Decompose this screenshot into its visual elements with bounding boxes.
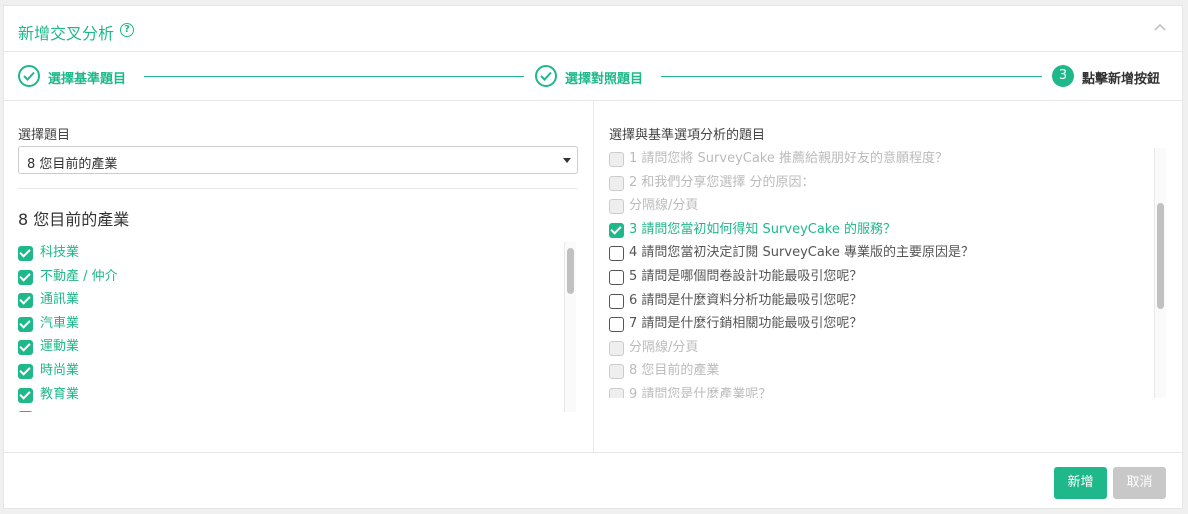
question-item[interactable]: 6 請問是什麼資料分析功能最吸引您呢？ [609,290,1154,314]
checkbox-icon[interactable] [609,293,624,309]
checkbox-icon[interactable] [609,269,624,285]
option-list: 科技業 不動產 / 仲介 通訊業 汽車業 運動業 時尚業 教育業 [18,242,578,412]
checkbox-checked-icon[interactable] [18,293,33,309]
chevron-up-icon[interactable] [1152,20,1168,36]
option-label: 運動業 [40,339,80,355]
checkbox-disabled-icon [609,175,624,191]
option-item[interactable]: 汽車業 [18,313,578,337]
checkbox-checked-icon[interactable] [18,269,33,285]
question-label: 4 請問您當初決定訂閱 SurveyCake 專業版的主要原因是？ [629,245,974,261]
question-label: 6 請問是什麼資料分析功能最吸引您呢？ [629,292,863,308]
cross-analysis-panel: 新增交叉分析 ? 選擇基準題目 選擇對照題目 3 點擊新增按鈕 選擇題目 8 您… [3,5,1184,510]
question-item: 8 您目前的產業 [609,360,1154,384]
option-item[interactable]: 通訊業 [18,289,578,313]
option-item[interactable]: 運動業 [18,336,578,360]
option-label: 教育業 [40,386,80,402]
cancel-button[interactable]: 取消 [1113,467,1166,499]
question-title: 8 您目前的產業 [18,210,130,229]
option-item[interactable] [18,407,578,412]
checkbox-disabled-icon [609,199,624,215]
question-label: 2 和我們分享您選擇 分的原因： [629,174,815,190]
checkbox-checked-icon[interactable] [609,222,624,238]
checkbox-disabled-icon [609,364,624,380]
check-circle-icon [18,65,40,87]
question-item: 2 和我們分享您選擇 分的原因： [609,172,1154,196]
question-item[interactable]: 4 請問您當初決定訂閱 SurveyCake 專業版的主要原因是？ [609,242,1154,266]
question-label: 分隔線/分頁 [629,339,699,355]
panel-title: 新增交叉分析 [18,24,115,43]
add-button[interactable]: 新增 [1054,467,1107,499]
checkbox-checked-icon[interactable] [18,316,33,332]
base-question-pane: 選擇題目 8 您目前的產業 8 您目前的產業 科技業 不動產 / 仲介 通訊業 … [4,102,593,452]
option-item[interactable]: 教育業 [18,384,578,408]
option-label: 科技業 [40,245,80,260]
checkbox-disabled-icon [609,340,624,356]
step-2-label: 選擇對照題目 [565,72,644,87]
question-item: 分隔線/分頁 [609,195,1154,219]
checkbox-icon[interactable] [609,246,624,262]
question-item[interactable]: 3 請問您當初如何得知 SurveyCake 的服務？ [609,219,1154,243]
option-list-scrollbar[interactable] [564,242,576,412]
divider [18,188,578,189]
scrollbar-thumb[interactable] [1157,203,1164,309]
question-select-value: 8 您目前的產業 [27,157,118,172]
step-connector [661,76,1042,77]
checkbox-checked-icon[interactable] [18,340,33,356]
question-label: 5 請問是哪個問卷設計功能最吸引您呢？ [629,268,863,284]
option-item[interactable]: 科技業 [18,242,578,266]
question-label: 1 請問您將 SurveyCake 推薦給親朋好友的意願程度？ [629,151,948,166]
question-item: 1 請問您將 SurveyCake 推薦給親朋好友的意願程度？ [609,148,1154,172]
checkbox-disabled-icon [609,387,624,398]
checkbox-checked-icon[interactable] [18,387,33,403]
option-label: 汽車業 [40,315,80,331]
option-label: 通訊業 [40,292,80,308]
help-circle-icon[interactable]: ? [120,23,134,37]
step-3-number: 3 [1052,65,1074,87]
select-question-label: 選擇題目 [18,128,71,143]
panel-footer: 新增 取消 [4,452,1184,510]
question-label: 3 請問您當初如何得知 SurveyCake 的服務？ [629,221,896,237]
question-item[interactable]: 5 請問是哪個問卷設計功能最吸引您呢？ [609,266,1154,290]
compare-question-list: 1 請問您將 SurveyCake 推薦給親朋好友的意願程度？ 2 和我們分享您… [609,148,1154,398]
checkbox-checked-icon[interactable] [18,363,33,379]
panel-header: 新增交叉分析 ? [4,6,1182,52]
step-3-label: 點擊新增按鈕 [1082,72,1161,87]
checkbox-checked-icon[interactable] [18,411,33,412]
question-label: 8 您目前的產業 [629,363,720,379]
checkbox-disabled-icon [609,152,624,167]
step-indicator: 選擇基準題目 選擇對照題目 3 點擊新增按鈕 [4,52,1182,101]
question-item: 9 請問您是什麼產業呢？ [609,384,1154,398]
compare-question-pane: 選擇與基準選項分析的題目 1 請問您將 SurveyCake 推薦給親朋好友的意… [593,102,1183,452]
option-item[interactable]: 不動產 / 仲介 [18,266,578,290]
question-item: 分隔線/分頁 [609,337,1154,361]
scrollbar-thumb[interactable] [567,248,574,294]
question-label: 7 請問是什麼行銷相關功能最吸引您呢？ [629,316,863,332]
question-label: 9 請問您是什麼產業呢？ [629,386,772,398]
compare-question-label: 選擇與基準選項分析的題目 [609,128,766,143]
checkbox-icon[interactable] [609,317,624,333]
caret-down-icon [563,158,571,163]
question-list-scrollbar[interactable] [1154,148,1166,398]
step-1-label: 選擇基準題目 [48,72,127,87]
option-label: 時尚業 [40,362,80,378]
checkbox-checked-icon[interactable] [18,246,33,261]
option-label: 不動產 / 仲介 [40,268,118,284]
option-item[interactable]: 時尚業 [18,360,578,384]
step-connector [144,76,524,77]
question-select[interactable]: 8 您目前的產業 [18,146,578,174]
question-item[interactable]: 7 請問是什麼行銷相關功能最吸引您呢？ [609,313,1154,337]
check-circle-icon [535,65,557,87]
question-label: 分隔線/分頁 [629,198,699,214]
